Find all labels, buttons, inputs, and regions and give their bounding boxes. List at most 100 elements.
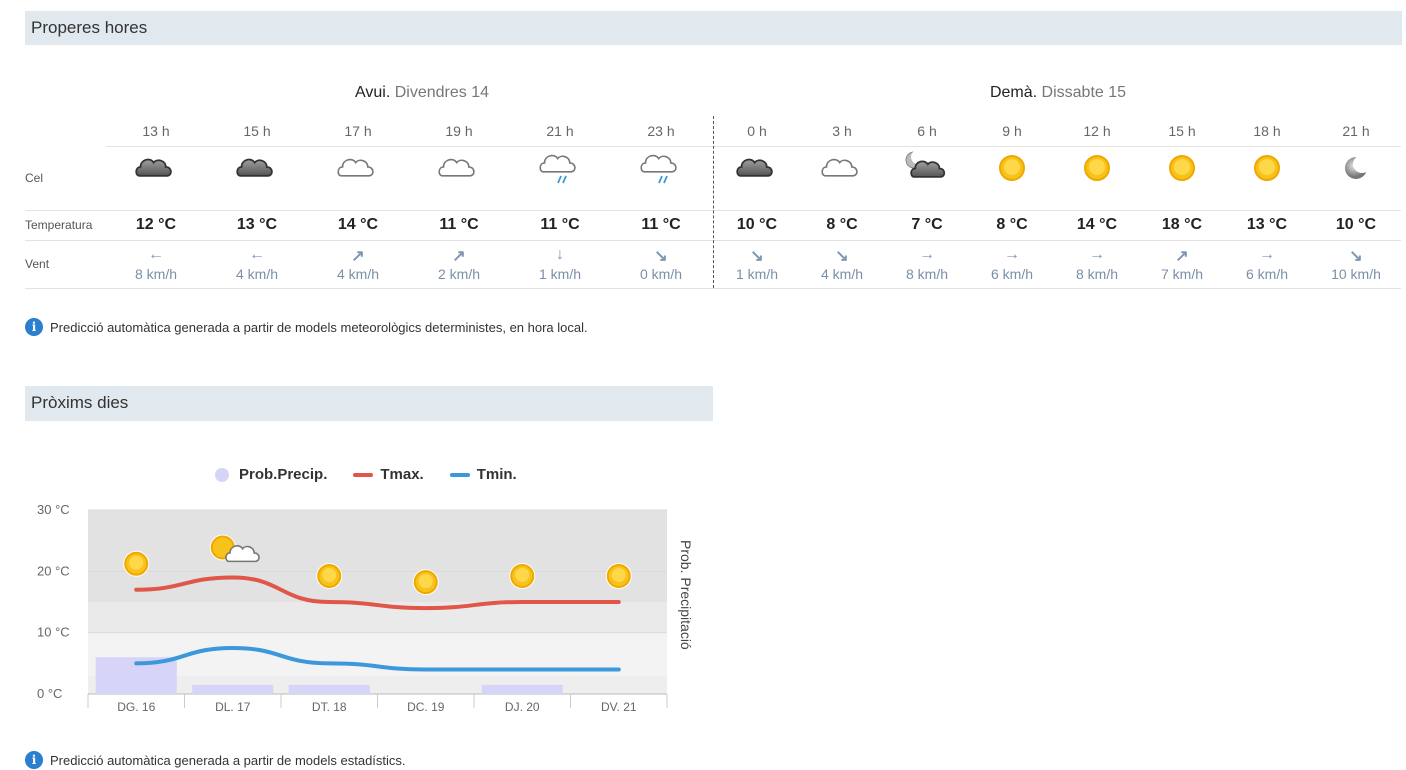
wind-direction-icon: ↗	[351, 248, 365, 265]
note-text: Predicció automàtica generada a partir d…	[50, 319, 588, 335]
temperature-value: 8 °C	[996, 216, 1028, 233]
x-tick-label: DJ. 20	[505, 700, 540, 714]
legend-dot	[215, 467, 229, 482]
y-tick-label: 20 °C	[37, 563, 70, 578]
sun-icon	[509, 563, 536, 589]
temperature-value: 11 °C	[439, 216, 479, 233]
hour-label: 21 h	[546, 123, 574, 139]
temperature-value: 10 °C	[1335, 216, 1377, 233]
precip-bar	[192, 684, 274, 694]
wind-speed: 2 km/h	[437, 266, 480, 282]
daily-chart: 30 °C 20 °C 10 °C 0 °C DG. 16 DL. 17 DT. 18 DC.…	[37, 502, 694, 714]
legend-item-tmin[interactable]: Tmin.	[449, 466, 517, 483]
temperature-value: 8 °C	[826, 216, 858, 233]
today-label: Avui.	[354, 84, 391, 101]
row-label-sky: Cel	[25, 171, 44, 185]
tmin-point	[232, 647, 234, 649]
cloud-outline-icon	[817, 150, 867, 190]
precip-bar	[481, 684, 563, 694]
wind-direction-icon: ←	[249, 246, 265, 263]
legend-item-tmax[interactable]: Tmax.	[353, 466, 424, 483]
right-axis-label: Prob. Precipitació	[678, 540, 694, 650]
moon-icon	[1331, 150, 1381, 190]
sun-icon	[605, 563, 632, 589]
hourly-note: i Predicció automàtica generada a partir…	[25, 318, 588, 336]
sun-icon	[316, 563, 343, 589]
wind-direction-icon: ↘	[654, 248, 668, 265]
cloud-outline-icon	[333, 150, 383, 190]
temperature-value: 13 °C	[1246, 216, 1288, 233]
wind-speed: 10 km/h	[1331, 266, 1381, 282]
y-tick-label: 0 °C	[37, 686, 62, 701]
wind-speed: 4 km/h	[820, 266, 863, 282]
y-tick-label: 10 °C	[37, 625, 70, 640]
cloudy-dark-icon	[232, 150, 282, 190]
temperature-value: 14 °C	[1076, 216, 1118, 233]
wind-speed: 4 km/h	[235, 266, 278, 282]
row-label-wind: Vent	[25, 257, 50, 271]
wind-speed: 1 km/h	[538, 266, 581, 282]
sun-icon	[1242, 150, 1292, 190]
temperature-value: 18 °C	[1161, 216, 1203, 233]
x-tick-label: DC. 19	[407, 700, 445, 714]
temperature-value: 12 °C	[135, 216, 177, 233]
wind-direction-icon: →	[1089, 246, 1105, 263]
wind-direction-icon: ↗	[1175, 248, 1189, 265]
tmin-point	[618, 668, 620, 670]
wind-direction-icon: ↘	[750, 248, 764, 265]
tmin-point	[425, 668, 427, 670]
temperature-value: 7 °C	[911, 216, 943, 233]
info-icon[interactable]: i	[25, 751, 43, 769]
cloud-rain-icon	[636, 150, 686, 190]
legend-line	[353, 472, 374, 477]
sun-icon	[987, 150, 1037, 190]
daily-note: i Predicció automàtica generada a partir…	[25, 751, 406, 769]
wind-direction-icon: ↘	[1349, 248, 1363, 265]
wind-speed: 0 km/h	[639, 266, 682, 282]
plot-band	[88, 510, 667, 602]
info-icon[interactable]: i	[25, 318, 43, 336]
legend-label: Prob.Precip.	[239, 466, 328, 483]
tomorrow-date: Dissabte 15	[1041, 84, 1127, 101]
tmax-point	[425, 607, 427, 609]
cloud-rain-icon	[535, 150, 585, 190]
hour-label: 6 h	[917, 123, 937, 139]
wind-speed: 8 km/h	[1075, 266, 1118, 282]
hour-label: 3 h	[832, 123, 852, 139]
note-text: Predicció automàtica generada a partir d…	[50, 752, 406, 768]
x-tick-label: DT. 18	[312, 700, 347, 714]
moon-cloud-icon	[902, 150, 952, 190]
wind-speed: 6 km/h	[990, 266, 1033, 282]
hour-label: 23 h	[647, 123, 675, 139]
legend-label: Tmax.	[380, 466, 424, 483]
temperature-value: 14 °C	[337, 216, 379, 233]
hour-label: 12 h	[1083, 123, 1111, 139]
sun-icon	[412, 569, 439, 596]
hour-label: 9 h	[1002, 123, 1022, 139]
x-tick-label: DV. 21	[601, 700, 637, 714]
tmax-point	[328, 601, 330, 603]
wind-direction-icon: ↘	[835, 248, 849, 265]
chart-legend: Prob.Precip. Tmax. Tmin.	[215, 466, 543, 483]
hour-label: 15 h	[1168, 123, 1196, 139]
precip-bar	[288, 684, 370, 694]
legend-item-precip[interactable]: Prob.Precip.	[215, 466, 327, 483]
wind-speed: 1 km/h	[735, 266, 778, 282]
temperature-value: 13 °C	[236, 216, 278, 233]
hour-label: 17 h	[344, 123, 372, 139]
wind-direction-icon: ↓	[556, 246, 564, 263]
sun-icon	[1072, 150, 1122, 190]
wind-speed: 6 km/h	[1245, 266, 1288, 282]
tmax-point	[618, 601, 620, 603]
row-label-temperature: Temperatura	[25, 218, 93, 232]
hour-label: 15 h	[243, 123, 271, 139]
tomorrow-label: Demà.	[989, 84, 1038, 101]
wind-direction-icon: →	[1259, 246, 1275, 263]
wind-speed: 8 km/h	[134, 266, 177, 282]
wind-direction-icon: →	[1004, 246, 1020, 263]
section-title: Properes hores	[31, 18, 148, 37]
hour-label: 18 h	[1253, 123, 1281, 139]
tmax-point	[521, 601, 523, 603]
tmax-point	[232, 576, 234, 578]
hour-label: 0 h	[747, 123, 767, 139]
